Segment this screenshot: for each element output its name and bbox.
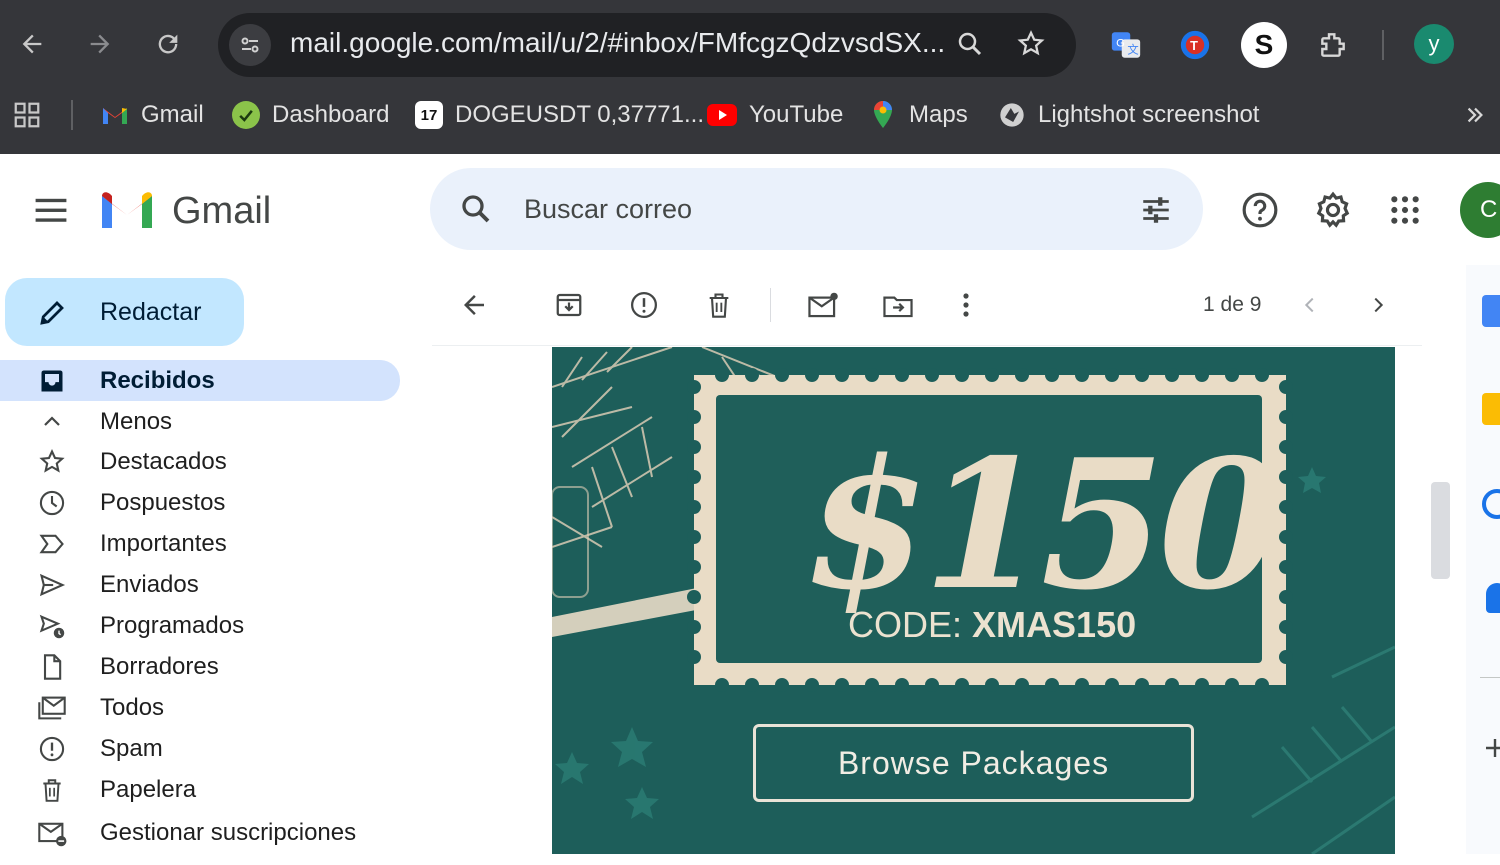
back-icon[interactable]: [14, 26, 50, 62]
more-bookmarks-icon[interactable]: [1460, 100, 1490, 130]
important-icon: [36, 528, 68, 560]
main-menu-icon[interactable]: [32, 192, 70, 228]
account-avatar[interactable]: C: [1460, 182, 1500, 238]
nav-item-recibidos[interactable]: Recibidos: [0, 360, 400, 401]
trash-icon: [36, 774, 68, 806]
lightshot-icon: [998, 101, 1026, 129]
scrollbar-thumb[interactable]: [1431, 482, 1450, 579]
toolbar-divider: [1382, 30, 1384, 60]
reload-icon[interactable]: [150, 26, 186, 62]
site-info-icon[interactable]: [229, 24, 271, 66]
toolbar-separator: [770, 288, 771, 322]
profile-initial: y: [1428, 31, 1440, 56]
side-panel: [1466, 265, 1500, 854]
nav-item-papelera[interactable]: Papelera: [0, 769, 400, 810]
pencil-icon: [34, 295, 70, 331]
star-icon: [36, 446, 68, 478]
gmail-icon: [101, 101, 129, 129]
promo-code: CODE: XMAS150: [848, 604, 1136, 646]
nav-item-pospuestos[interactable]: Pospuestos: [0, 482, 400, 523]
subscriptions-icon: [36, 817, 68, 849]
google-apps-icon[interactable]: [1385, 190, 1425, 230]
all-mail-icon: [36, 692, 68, 724]
inbox-icon: [36, 365, 68, 397]
chevron-up-icon: [36, 406, 68, 438]
apps-grid-icon[interactable]: [10, 98, 44, 132]
contacts-icon[interactable]: [1486, 583, 1500, 613]
account-initial: C: [1480, 196, 1498, 223]
bookmark-star-icon[interactable]: [1013, 26, 1049, 62]
archive-icon[interactable]: [551, 287, 587, 323]
forward-icon[interactable]: [82, 26, 118, 62]
maps-icon: [869, 101, 897, 129]
mark-unread-icon[interactable]: [804, 287, 842, 323]
next-message-icon[interactable]: [1362, 287, 1394, 323]
nav-item-gestionar-suscripciones[interactable]: Gestionar suscripciones: [0, 812, 400, 853]
help-icon[interactable]: [1238, 188, 1282, 232]
nav-item-enviados[interactable]: Enviados: [0, 564, 400, 605]
promo-price: $150: [805, 420, 1282, 629]
bookmark-dogeusdt[interactable]: 17 DOGEUSDT 0,37771...: [415, 96, 704, 134]
translate-extension-icon[interactable]: G文: [1108, 27, 1144, 63]
more-options-icon[interactable]: [952, 287, 980, 323]
nav-item-spam[interactable]: Spam: [0, 728, 400, 769]
bookmark-lightshot[interactable]: Lightshot screenshot: [998, 96, 1259, 134]
delete-icon[interactable]: [701, 287, 737, 323]
bookmark-dashboard[interactable]: Dashboard: [232, 96, 389, 134]
profile-avatar[interactable]: y: [1414, 24, 1454, 64]
tasks-icon[interactable]: [1482, 489, 1500, 519]
draft-icon: [36, 651, 68, 683]
nav-item-destacados[interactable]: Destacados: [0, 441, 400, 482]
gmail-logo-text[interactable]: Gmail: [172, 190, 271, 233]
bookmark-youtube[interactable]: YouTube: [707, 96, 843, 134]
zoom-search-icon[interactable]: [952, 26, 988, 62]
message-counter: 1 de 9: [1203, 293, 1262, 316]
dashboard-icon: [232, 101, 260, 129]
back-to-inbox-icon[interactable]: [456, 287, 492, 323]
search-icon[interactable]: [455, 188, 497, 230]
svg-text:文: 文: [1127, 43, 1138, 57]
clock-icon: [36, 487, 68, 519]
promo-code-label: CODE:: [848, 604, 963, 645]
toolbar-divider-line: [432, 345, 1422, 346]
tradingview-icon: 17: [415, 101, 443, 129]
nav-item-importantes[interactable]: Importantes: [0, 523, 400, 564]
bookmark-gmail[interactable]: Gmail: [101, 96, 204, 134]
send-icon: [36, 569, 68, 601]
side-panel-divider: [1480, 677, 1500, 678]
settings-gear-icon[interactable]: [1311, 188, 1355, 232]
s-extension-icon[interactable]: S: [1241, 22, 1287, 68]
calendar-icon[interactable]: [1482, 295, 1500, 327]
browser-chrome: mail.google.com/mail/u/2/#inbox/FMfcgzQd…: [0, 0, 1500, 154]
svg-text:T: T: [1190, 38, 1198, 53]
nav-item-programados[interactable]: Programados: [0, 605, 400, 646]
search-options-icon[interactable]: [1136, 190, 1176, 230]
spam-icon: [36, 733, 68, 765]
keep-icon[interactable]: [1482, 393, 1500, 425]
extensions-puzzle-icon[interactable]: [1314, 26, 1352, 64]
compose-label: Redactar: [100, 298, 202, 326]
gmail-logo-icon[interactable]: [100, 190, 154, 230]
nav-item-borradores[interactable]: Borradores: [0, 646, 400, 687]
add-addon-icon[interactable]: [1484, 737, 1500, 759]
nav-item-todos[interactable]: Todos: [0, 687, 400, 728]
search-input[interactable]: Buscar correo: [524, 194, 692, 225]
svg-text:G: G: [1116, 37, 1125, 49]
url-text[interactable]: mail.google.com/mail/u/2/#inbox/FMfcgzQd…: [290, 27, 945, 59]
previous-message-icon[interactable]: [1294, 287, 1326, 323]
bookmarks-divider: [71, 100, 73, 130]
promo-code-value: XMAS150: [972, 604, 1137, 645]
t-extension-icon[interactable]: T: [1177, 27, 1213, 63]
move-to-icon[interactable]: [879, 287, 917, 323]
scheduled-icon: [36, 610, 68, 642]
report-spam-icon[interactable]: [626, 287, 662, 323]
bookmark-maps[interactable]: Maps: [869, 96, 968, 134]
browse-packages-button[interactable]: Browse Packages: [753, 724, 1194, 802]
youtube-icon: [707, 104, 737, 126]
nav-item-menos[interactable]: Menos: [0, 401, 400, 442]
